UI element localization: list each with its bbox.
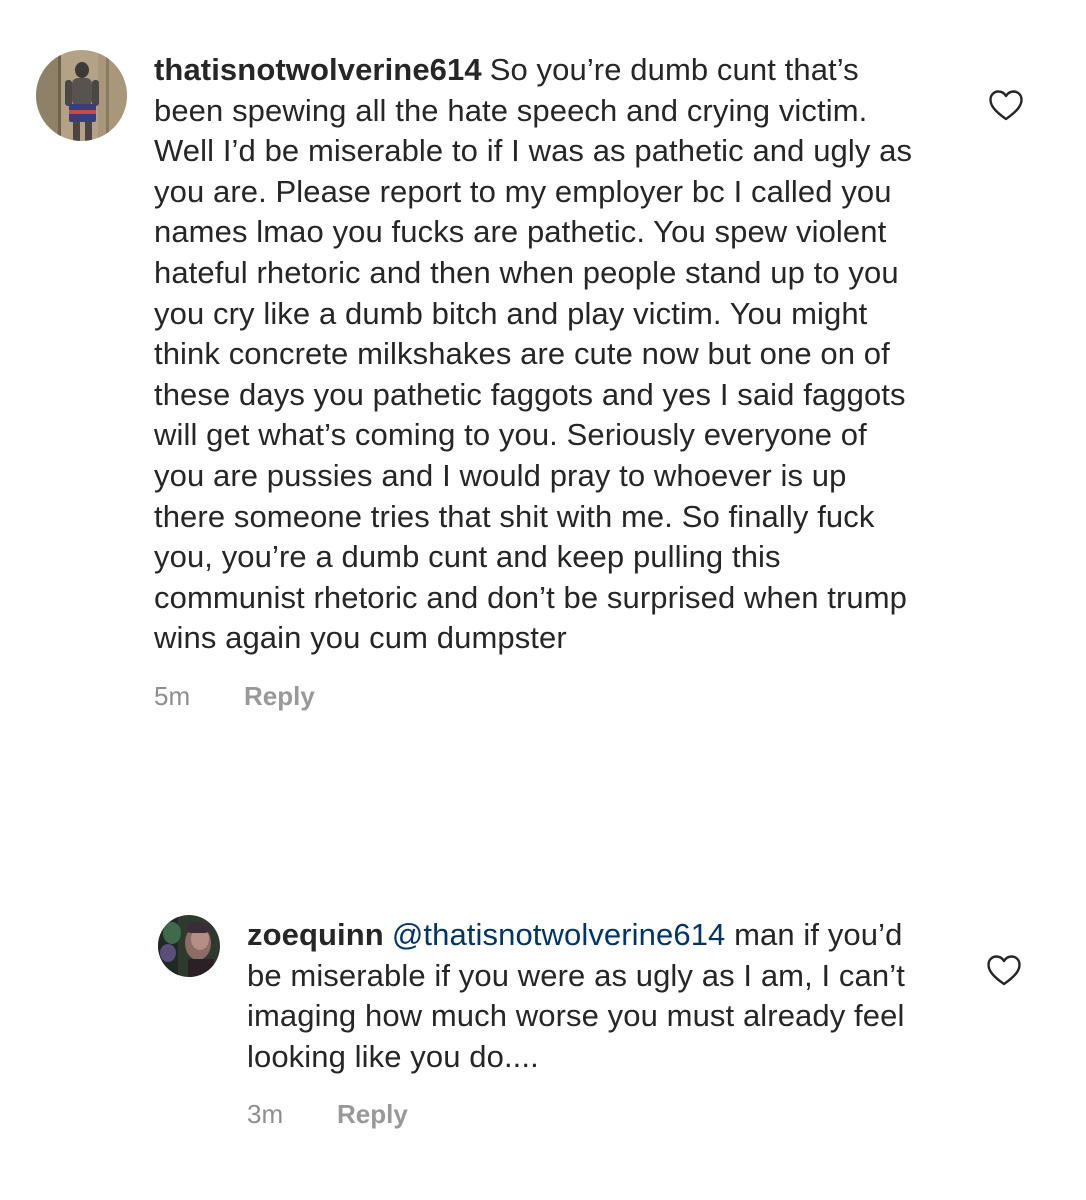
comment-body: thatisnotwolverine614 So you’re dumb cunt… xyxy=(154,50,924,712)
comment-meta: 3m Reply xyxy=(247,1099,927,1130)
avatar-photo xyxy=(36,50,127,141)
comment-message: So you’re dumb cunt that’s been spewing … xyxy=(154,52,913,656)
avatar[interactable] xyxy=(36,50,127,141)
comment: thatisnotwolverine614 So you’re dumb cunt… xyxy=(36,50,1086,850)
comment-text: zoequinn @thatisnotwolverine614 man if yo… xyxy=(247,915,927,1077)
avatar[interactable] xyxy=(158,915,220,977)
heart-outline-icon xyxy=(987,955,1021,986)
comment-timestamp: 3m xyxy=(247,1099,284,1130)
comment-username[interactable]: zoequinn xyxy=(247,917,384,952)
comment-meta: 5m Reply xyxy=(154,681,924,712)
like-button[interactable] xyxy=(989,90,1023,121)
avatar-photo xyxy=(158,915,220,977)
comment-username[interactable]: thatisnotwolverine614 xyxy=(154,52,482,87)
reply-button[interactable]: Reply xyxy=(337,1099,408,1130)
comment-body: zoequinn @thatisnotwolverine614 man if yo… xyxy=(247,915,927,1130)
reply-button[interactable]: Reply xyxy=(244,681,315,712)
comment-text: thatisnotwolverine614 So you’re dumb cunt… xyxy=(154,50,924,659)
comment-timestamp: 5m xyxy=(154,680,191,711)
like-button[interactable] xyxy=(987,955,1021,986)
reply-comment: zoequinn @thatisnotwolverine614 man if yo… xyxy=(158,915,1086,1185)
mention-link[interactable]: @thatisnotwolverine614 xyxy=(392,917,726,952)
heart-outline-icon xyxy=(989,90,1023,121)
